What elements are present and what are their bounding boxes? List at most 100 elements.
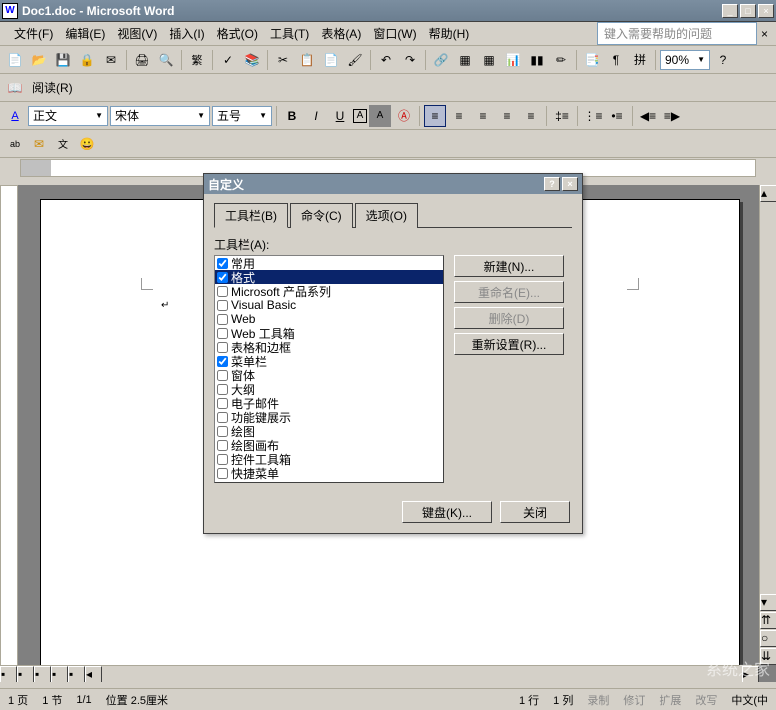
status-record[interactable]: 录制 — [587, 692, 609, 708]
align-right-icon[interactable]: ≡ — [472, 105, 494, 127]
toolbar-checkbox-6[interactable] — [217, 342, 228, 353]
decrease-indent-icon[interactable]: ◀≡ — [637, 105, 659, 127]
menu-edit[interactable]: 编辑(E) — [59, 23, 111, 44]
line-spacing-icon[interactable]: ‡≡ — [551, 105, 573, 127]
status-language[interactable]: 中文(中 — [731, 692, 768, 708]
format-painter-icon[interactable]: 🖌 — [344, 49, 366, 71]
emphasis-icon[interactable]: Ⓐ — [393, 105, 415, 127]
increase-indent-icon[interactable]: ≡▶ — [661, 105, 683, 127]
size-combo[interactable]: 五号▼ — [212, 106, 272, 126]
vertical-ruler[interactable] — [0, 185, 18, 682]
new-toolbar-button[interactable]: 新建(N)... — [454, 255, 564, 277]
cut-icon[interactable]: ✂ — [272, 49, 294, 71]
reset-button[interactable]: 重新设置(R)... — [454, 333, 564, 355]
underline-icon[interactable]: U — [329, 105, 351, 127]
email-icon[interactable]: ✉ — [100, 49, 122, 71]
excel-icon[interactable]: 📊 — [502, 49, 524, 71]
toolbar-checkbox-2[interactable] — [217, 286, 228, 297]
vertical-scrollbar[interactable]: ▴ ▾ ⇈ ○ ⇊ — [759, 185, 776, 665]
close-button[interactable]: × — [758, 4, 774, 18]
menu-help[interactable]: 帮助(H) — [423, 23, 476, 44]
menu-tools[interactable]: 工具(T) — [264, 23, 315, 44]
tab-options[interactable]: 选项(O) — [355, 203, 418, 228]
menu-file[interactable]: 文件(F) — [8, 23, 59, 44]
next-page-icon[interactable]: ⇊ — [760, 648, 776, 665]
menu-table[interactable]: 表格(A) — [315, 23, 367, 44]
hyperlink-icon[interactable]: 🔗 — [430, 49, 452, 71]
maximize-button[interactable]: □ — [740, 4, 756, 18]
align-left-icon[interactable]: ≡ — [424, 105, 446, 127]
toolbar-checkbox-10[interactable] — [217, 398, 228, 409]
align-justify-icon[interactable]: ≡ — [496, 105, 518, 127]
toolbar-item-15[interactable]: 快捷菜单 — [215, 466, 443, 480]
align-center-icon[interactable]: ≡ — [448, 105, 470, 127]
table-border-icon[interactable]: ▦ — [454, 49, 476, 71]
menu-format[interactable]: 格式(O) — [211, 23, 264, 44]
prev-page-icon[interactable]: ⇈ — [760, 612, 776, 629]
minimize-button[interactable]: _ — [722, 4, 738, 18]
toolbar-checkbox-15[interactable] — [217, 468, 228, 479]
menubar-close-button[interactable]: × — [761, 27, 768, 41]
menu-view[interactable]: 视图(V) — [111, 23, 163, 44]
open-icon[interactable]: 📂 — [28, 49, 50, 71]
tab-toolbars[interactable]: 工具栏(B) — [214, 203, 288, 228]
paste-icon[interactable]: 📄 — [320, 49, 342, 71]
print-icon[interactable]: 🖨 — [131, 49, 153, 71]
help-search-box[interactable]: 键入需要帮助的问题 — [597, 22, 757, 45]
scroll-down-icon[interactable]: ▾ — [760, 594, 776, 611]
normal-view-icon[interactable]: ▪ — [0, 666, 17, 682]
zoom-combo[interactable]: 90%▼ — [660, 50, 710, 70]
toolbar-checkbox-9[interactable] — [217, 384, 228, 395]
menu-window[interactable]: 窗口(W) — [367, 23, 422, 44]
toolbar-checkbox-12[interactable] — [217, 426, 228, 437]
chinese-convert-icon[interactable]: 繁 — [186, 49, 208, 71]
phonetic-guide-icon[interactable]: ab — [4, 133, 26, 155]
envelope-icon[interactable]: ✉ — [28, 133, 50, 155]
browse-object-icon[interactable]: ○ — [760, 630, 776, 647]
bullets-icon[interactable]: •≡ — [606, 105, 628, 127]
research-icon[interactable]: 📚 — [241, 49, 263, 71]
scroll-right-icon[interactable]: ▸ — [742, 666, 759, 682]
status-overwrite[interactable]: 改写 — [695, 692, 717, 708]
undo-icon[interactable]: ↶ — [375, 49, 397, 71]
toolbar-checkbox-11[interactable] — [217, 412, 228, 423]
print-layout-icon[interactable]: ▪ — [34, 666, 51, 682]
toolbar-checkbox-4[interactable] — [217, 314, 228, 325]
reading-view-icon[interactable]: ▪ — [68, 666, 85, 682]
horizontal-scrollbar[interactable]: ▪ ▪ ▪ ▪ ▪ ◂ ▸ — [0, 665, 759, 682]
new-document-icon[interactable]: 📄 — [4, 49, 26, 71]
dialog-titlebar[interactable]: 自定义 ? × — [204, 174, 582, 194]
menu-insert[interactable]: 插入(I) — [163, 23, 210, 44]
toolbar-checkbox-13[interactable] — [217, 440, 228, 451]
show-marks-icon[interactable]: ¶ — [605, 49, 627, 71]
toolbars-listbox[interactable]: 常用格式Microsoft 产品系列Visual BasicWebWeb 工具箱… — [214, 255, 444, 483]
toolbar-checkbox-1[interactable] — [217, 272, 228, 283]
status-revision[interactable]: 修订 — [623, 692, 645, 708]
numbering-icon[interactable]: ⋮≡ — [582, 105, 604, 127]
outline-view-icon[interactable]: ▪ — [51, 666, 68, 682]
drawing-icon[interactable]: ✏ — [550, 49, 572, 71]
insert-table-icon[interactable]: ▦ — [478, 49, 500, 71]
toolbar-checkbox-5[interactable] — [217, 328, 228, 339]
style-combo[interactable]: 正文▼ — [28, 106, 108, 126]
char-border-icon[interactable]: A — [353, 109, 367, 123]
toolbar-checkbox-3[interactable] — [217, 300, 228, 311]
help-icon[interactable]: ? — [712, 49, 734, 71]
web-layout-icon[interactable]: ▪ — [17, 666, 34, 682]
keyboard-button[interactable]: 键盘(K)... — [402, 501, 492, 523]
char-shading-icon[interactable]: A — [369, 105, 391, 127]
reading-label[interactable]: 阅读(R) — [28, 79, 77, 96]
toolbar-item-2[interactable]: Microsoft 产品系列 — [215, 284, 443, 298]
docmap-icon[interactable]: 📑 — [581, 49, 603, 71]
styles-icon[interactable]: A — [4, 105, 26, 127]
chinese-layout-icon[interactable]: 拼 — [629, 49, 651, 71]
close-dialog-button[interactable]: 关闭 — [500, 501, 570, 523]
toolbar-checkbox-0[interactable] — [217, 258, 228, 269]
reading-layout-icon[interactable]: 📖 — [4, 77, 26, 99]
permissions-icon[interactable]: 🔒 — [76, 49, 98, 71]
distributed-icon[interactable]: ≡ — [520, 105, 542, 127]
save-icon[interactable]: 💾 — [52, 49, 74, 71]
status-extend[interactable]: 扩展 — [659, 692, 681, 708]
tab-commands[interactable]: 命令(C) — [290, 203, 353, 228]
wen-icon[interactable]: 文 — [52, 133, 74, 155]
